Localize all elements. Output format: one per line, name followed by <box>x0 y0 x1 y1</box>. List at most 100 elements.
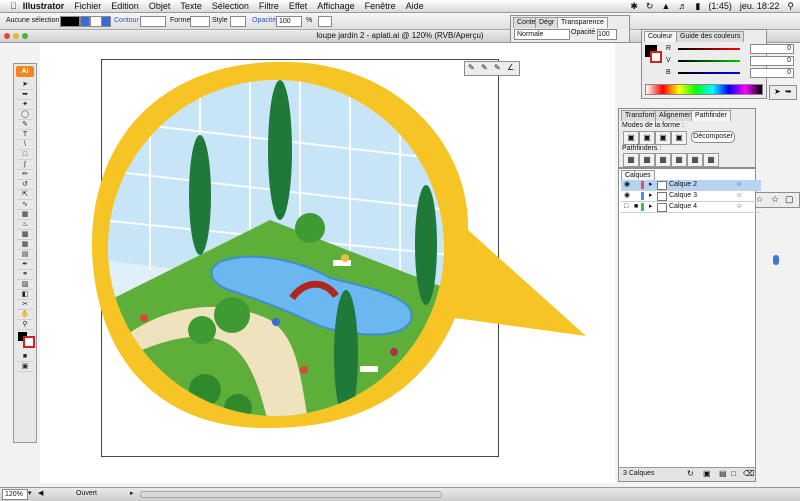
paintbrush-tool-icon[interactable]: ∫ <box>17 160 33 170</box>
zoom-tool-icon[interactable]: ⚲ <box>17 320 33 330</box>
hand-tool-icon[interactable]: ✋ <box>17 310 33 320</box>
decompose-button[interactable]: Décomposer <box>691 131 735 143</box>
expand-arrow-icon[interactable]: ▸ <box>649 191 653 201</box>
delete-anchor-icon[interactable]: ✎ <box>494 63 501 72</box>
channel-b-slider[interactable] <box>678 72 740 74</box>
rectangle-tool-icon[interactable]: □ <box>17 150 33 160</box>
tab-transparence[interactable]: Transparence <box>557 17 608 28</box>
round-tree <box>188 316 216 344</box>
modes-label: Modes de la forme : <box>622 122 684 129</box>
direct-arrow-icon[interactable]: ➥ <box>785 87 792 96</box>
layer-row[interactable]: ◉ ▸ Calque 2 ○ <box>621 180 761 191</box>
channel-b-value[interactable]: 0 <box>750 68 794 78</box>
target-icon[interactable]: ○ <box>737 191 741 201</box>
person <box>341 254 349 262</box>
target-icon[interactable]: ○ <box>737 180 741 190</box>
scrollbar-thumb[interactable] <box>773 255 779 265</box>
magic-wand-tool-icon[interactable]: ✦ <box>17 100 33 110</box>
minus-back-icon[interactable]: ▦ <box>703 153 719 167</box>
fill-stroke-icon[interactable] <box>17 332 35 348</box>
illustrator-logo-icon: Ai <box>16 66 34 77</box>
scissors-tool-icon[interactable]: ✂ <box>17 300 33 310</box>
tab-pathfinder[interactable]: Pathfinder <box>691 110 731 121</box>
blend-tool-icon[interactable]: ⚭ <box>17 270 33 280</box>
live-paint-tool-icon[interactable]: ▨ <box>17 280 33 290</box>
transparency-opacity-field[interactable]: 100 <box>597 29 617 40</box>
channel-v-value[interactable]: 0 <box>750 56 794 66</box>
layer-thumbnail <box>657 181 667 190</box>
bench <box>360 366 378 372</box>
layers-footer: 3 Calques ↻ ▣ ▤ □ ⌫ <box>619 467 755 481</box>
color-spectrum[interactable] <box>645 84 763 95</box>
pen-anchor-icon[interactable]: ✎ <box>468 63 475 72</box>
add-anchor-icon[interactable]: ✎ <box>481 63 488 72</box>
person <box>140 314 148 322</box>
pencil-tool-icon[interactable]: ✏ <box>17 170 33 180</box>
horizontal-scrollbar[interactable] <box>140 491 442 498</box>
unite-icon[interactable]: ▣ <box>623 131 639 145</box>
mesh-tool-icon[interactable]: ▦ <box>17 240 33 250</box>
layer-name[interactable]: Calque 3 <box>669 191 697 201</box>
screen-mode-icon[interactable]: ▣ <box>17 362 33 372</box>
direct-select-tool-icon[interactable]: ➥ <box>17 90 33 100</box>
tab-guide-couleurs[interactable]: Guide des couleurs <box>676 31 745 42</box>
lasso-tool-icon[interactable]: ◯ <box>17 110 33 120</box>
graph-tool-icon[interactable]: ▩ <box>17 230 33 240</box>
stroke-color-icon[interactable] <box>23 336 35 348</box>
status-menu-icon[interactable]: ▸ <box>130 488 134 500</box>
new-sublayer-icon[interactable]: ▤ <box>719 469 727 478</box>
target-icon[interactable]: ○ <box>737 202 741 212</box>
rounded-rect-icon[interactable]: ▢ <box>785 194 794 205</box>
channel-r-slider[interactable] <box>678 48 740 50</box>
type-tool-icon[interactable]: T <box>17 130 33 140</box>
eye-icon[interactable]: □ <box>624 202 628 212</box>
symbol-sprayer-tool-icon[interactable]: ♨ <box>17 220 33 230</box>
layer-name[interactable]: Calque 4 <box>669 202 697 212</box>
line-tool-icon[interactable]: \ <box>17 140 33 150</box>
blend-mode-select[interactable]: Normale <box>514 29 570 40</box>
channel-v-slider[interactable] <box>678 60 740 62</box>
layer-row[interactable]: ◉ ▸ Calque 3 ○ <box>621 191 761 202</box>
eye-icon[interactable]: ◉ <box>624 180 630 190</box>
eye-icon[interactable]: ◉ <box>624 191 630 201</box>
zoom-field[interactable]: 120% <box>2 489 28 500</box>
selection-tool-icon[interactable]: ➤ <box>17 80 33 90</box>
tools-panel: Ai ➤ ➥ ✦ ◯ ✎ T \ □ ∫ ✏ ↺ ⇱ ∿ ▦ ♨ ▩ ▦ ▤ ✒… <box>13 63 37 443</box>
layer-row[interactable]: □ ■ ▸ Calque 4 ○ <box>621 202 761 213</box>
convert-anchor-icon[interactable]: ∠ <box>507 63 514 72</box>
slice-tool-icon[interactable]: ◧ <box>17 290 33 300</box>
lock-icon[interactable]: ■ <box>634 202 638 212</box>
pen-tool-icon[interactable]: ✎ <box>17 120 33 130</box>
stroke-preview-icon[interactable] <box>650 51 662 63</box>
warp-tool-icon[interactable]: ∿ <box>17 200 33 210</box>
new-layer-icon[interactable]: □ <box>731 469 736 478</box>
minus-front-icon[interactable]: ▣ <box>639 131 655 145</box>
crop-icon[interactable]: ▦ <box>671 153 687 167</box>
clipping-mask-icon[interactable]: ▣ <box>703 469 711 478</box>
layer-name[interactable]: Calque 2 <box>669 180 697 190</box>
divide-icon[interactable]: ▦ <box>623 153 639 167</box>
exclude-icon[interactable]: ▣ <box>671 131 687 145</box>
intersect-icon[interactable]: ▣ <box>655 131 671 145</box>
expand-arrow-icon[interactable]: ▸ <box>649 202 653 212</box>
trim-icon[interactable]: ▦ <box>639 153 655 167</box>
scale-tool-icon[interactable]: ⇱ <box>17 190 33 200</box>
arrow-icon[interactable]: ➤ <box>774 87 781 96</box>
locate-object-icon[interactable]: ↻ <box>687 469 694 478</box>
trash-icon[interactable]: ⌫ <box>743 469 754 478</box>
color-mode-icon[interactable]: ■ <box>17 352 33 362</box>
gradient-tool-icon[interactable]: ▤ <box>17 250 33 260</box>
tab-couleur[interactable]: Couleur <box>644 31 677 42</box>
star-icon[interactable]: ☆ <box>771 194 779 205</box>
channel-r-value[interactable]: 0 <box>750 44 794 54</box>
prev-page-icon[interactable]: ◀ <box>38 488 43 500</box>
merge-icon[interactable]: ▦ <box>655 153 671 167</box>
outline-icon[interactable]: ▦ <box>687 153 703 167</box>
expand-arrow-icon[interactable]: ▸ <box>649 180 653 190</box>
layers-panel: Calques ◉ ▸ Calque 2 ○ ◉ ▸ Calque 3 ○ □ … <box>618 168 761 482</box>
zoom-dropdown-icon[interactable]: ▾ <box>28 488 32 500</box>
rotate-tool-icon[interactable]: ↺ <box>17 180 33 190</box>
eyedropper-tool-icon[interactable]: ✒ <box>17 260 33 270</box>
tab-degrade[interactable]: Dégr <box>535 17 559 28</box>
free-transform-tool-icon[interactable]: ▦ <box>17 210 33 220</box>
